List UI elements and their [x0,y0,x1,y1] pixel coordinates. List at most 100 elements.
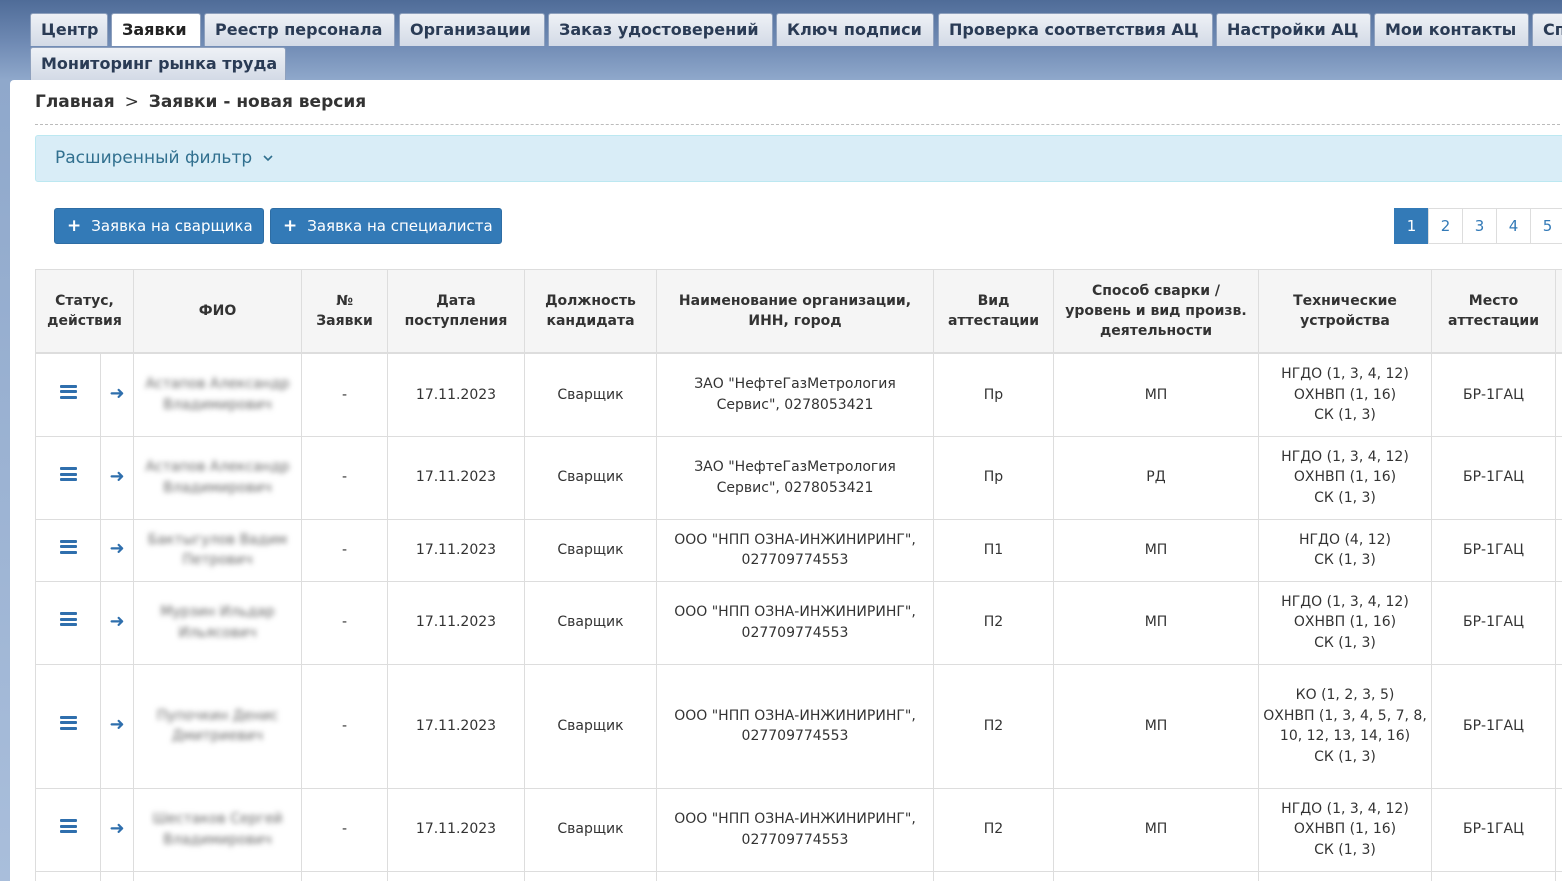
header-date[interactable]: Дата поступления [387,269,525,354]
tab-my-contacts[interactable]: Мои контакты [1374,13,1529,46]
menu-icon[interactable] [59,384,77,399]
arrow-right-icon[interactable]: ➜ [109,818,124,839]
date-cell: 17.11.2023 [387,352,525,437]
page-1[interactable]: 1 [1394,208,1429,244]
arrow-right-icon[interactable]: ➜ [109,538,124,560]
position-cell: Сварщик [524,580,657,665]
advanced-filter-label: Расширенный фильтр [55,148,253,168]
arrow-right-icon[interactable]: ➜ [109,611,124,632]
welder-request-button[interactable]: + Заявка на сварщика [54,208,264,244]
header-organization[interactable]: Наименование организации, ИНН, город [656,269,934,354]
fio-text[interactable]: Пупочкин Денис Дмитриевич [138,706,297,747]
date-cell: 17.11.2023 [387,518,525,582]
row-open-cell: ➜ [100,352,134,437]
welding-method-cell: РД [1053,435,1259,520]
main-panel: Главная > Заявки - новая версия Расширен… [10,80,1562,881]
position-cell: Сварщик [524,518,657,582]
breadcrumb-current: Заявки - новая версия [148,92,367,112]
specialist-request-button[interactable]: + Заявка на специалиста [270,208,502,244]
number-cell: - [301,518,388,582]
attestation-type-cell: П1 [933,518,1054,582]
device-line: НГДО (1, 3, 4, 12) [1281,448,1409,465]
device-line: НГДО (1, 3, 4, 12) [1281,366,1409,382]
arrow-right-icon[interactable]: ➜ [109,466,124,487]
date-cell: 17.11.2023 [387,435,525,520]
page-4[interactable]: 4 [1496,208,1531,244]
device-line: ОХНВП (1, 16) [1293,614,1397,631]
device-line: КО (1, 2, 3, 5) [1295,687,1395,703]
specialist-request-label: Заявка на специалиста [307,217,493,235]
advanced-filter-toggle[interactable]: Расширенный фильтр [35,135,1562,182]
table-row-partial [35,870,1562,881]
fio-text[interactable]: Бактыгулов Вадим Петрович [138,530,297,571]
tab-requests[interactable]: Заявки [111,13,201,46]
empty-cell [387,870,525,881]
arrow-right-icon[interactable]: ➜ [109,714,124,736]
device-line: СК (1, 3) [1314,407,1376,423]
welding-method-cell: МП [1053,787,1259,872]
header-fio[interactable]: ФИО [133,269,302,354]
tab-ac-settings[interactable]: Настройки АЦ [1216,13,1371,46]
page-2[interactable]: 2 [1428,208,1463,244]
fio-cell: Астапов Александр Владимирович [133,435,302,520]
top-navigation: Центр Заявки Реестр персонала Организаци… [0,0,1562,80]
table-row: ➜ Мурзин Ильдар Ильясович -17.11.2023 Сварщ… [35,580,1562,665]
header-attestation-place[interactable]: Место аттестации [1431,269,1556,354]
fio-text[interactable]: Мурзин Ильдар Ильясович [138,602,297,643]
number-cell: - [301,435,388,520]
header-attestation-type[interactable]: Вид аттестации [933,269,1054,354]
attestation-type-cell: П2 [933,663,1054,789]
row-open-cell: ➜ [100,580,134,665]
tab-partial[interactable]: Сп [1532,13,1562,46]
fio-cell: Пупочкин Денис Дмитриевич [133,663,302,789]
fio-text[interactable]: Шестаков Сергей Владимирович [138,809,297,850]
device-line: СК (1, 3) [1314,489,1376,506]
header-welding-method[interactable]: Способ сварки / уровень и вид произв. де… [1053,269,1259,354]
menu-icon[interactable] [59,539,77,554]
header-technical-devices[interactable]: Технические устройства [1258,269,1432,354]
organization-cell: ООО "НПП ОЗНА-ИНЖИНИРИНГ", 027709774553 [656,518,934,582]
page-3[interactable]: 3 [1462,208,1497,244]
row-open-cell: ➜ [100,787,134,872]
attestation-place-cell: БР-1ГАЦ [1431,518,1556,582]
requests-table: Статус, действия ФИО № Заявки Дата посту… [35,269,1562,881]
number-cell: - [301,580,388,665]
fio-cell: Мурзин Ильдар Ильясович [133,580,302,665]
tab-signature-key[interactable]: Ключ подписи [776,13,934,46]
table-row: ➜ Астапов Александр Владимирович -17.11.20… [35,435,1562,520]
tab-center[interactable]: Центр [30,13,108,46]
header-number[interactable]: № Заявки [301,269,388,354]
attestation-place-cell: БР-1ГАЦ [1431,787,1556,872]
tab-personnel-registry[interactable]: Реестр персонала [204,13,395,46]
row-menu-cell [35,435,101,520]
pagination: 1 2 3 4 5 [1394,208,1562,244]
empty-cell [933,870,1054,881]
device-line: СК (1, 3) [1314,841,1376,858]
welder-request-label: Заявка на сварщика [91,217,253,235]
empty-cell [1555,870,1562,881]
menu-icon[interactable] [59,819,77,834]
fio-text[interactable]: Астапов Александр Владимирович [138,457,297,498]
fio-cell: Шестаков Сергей Владимирович [133,787,302,872]
page-5[interactable]: 5 [1530,208,1562,244]
fio-text[interactable]: Астапов Александр Владимирович [138,374,297,415]
tab-ac-compliance[interactable]: Проверка соответствия АЦ [938,13,1213,46]
device-line: ОХНВП (1, 16) [1293,821,1397,838]
device-line: НГДО (1, 3, 4, 12) [1281,800,1409,817]
header-position[interactable]: Должность кандидата [524,269,657,354]
tab-labor-market-monitoring[interactable]: Мониторинг рынка труда [30,47,286,80]
tab-certificate-order[interactable]: Заказ удостоверений [548,13,773,46]
technical-devices-cell: НГДО (1, 3, 4, 12) ОХНВП (1, 16) СК (1, 3) [1258,580,1432,665]
welding-method-cell: МП [1053,518,1259,582]
menu-icon[interactable] [59,467,77,482]
position-cell: Сварщик [524,787,657,872]
breadcrumb-divider [35,124,1562,125]
table-row: ➜ Бактыгулов Вадим Петрович -17.11.2023 Сва… [35,518,1562,582]
breadcrumb-home[interactable]: Главная [35,92,115,112]
tab-organizations[interactable]: Организации [399,13,545,46]
menu-icon[interactable] [59,612,77,627]
menu-icon[interactable] [59,715,77,730]
date-cell: 17.11.2023 [387,663,525,789]
device-line: СК (1, 3) [1314,748,1376,765]
arrow-right-icon[interactable]: ➜ [109,383,124,404]
